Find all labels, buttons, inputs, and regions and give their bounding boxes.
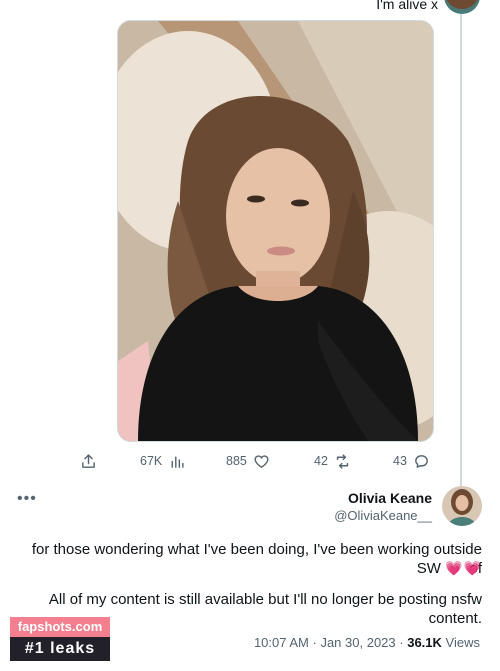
heart-emojis: 💗💗 xyxy=(445,560,482,576)
more-options-button[interactable]: ••• xyxy=(17,490,37,508)
views-icon xyxy=(171,456,184,468)
tweet-text-line-2: SW 💗💗 xyxy=(18,559,482,578)
views-count: 67K xyxy=(140,454,163,468)
watermark-tagline: #1 leaks xyxy=(10,637,110,661)
tweet-time[interactable]: 10:07 AM xyxy=(254,635,309,650)
author-handle[interactable]: @OliviaKeane__ xyxy=(334,508,432,523)
like-icon xyxy=(254,454,269,468)
retweet-icon xyxy=(336,453,349,469)
share-button[interactable] xyxy=(80,450,97,472)
more-icon: ••• xyxy=(17,490,37,507)
tweet-views-value: 36.1K xyxy=(407,635,442,650)
mirrored-tweet-thread: I'm alive x 67K 885 42 43 ••• Olivia Kea… xyxy=(0,0,500,671)
previous-tweet-avatar[interactable] xyxy=(444,0,480,14)
like-count: 885 xyxy=(226,454,247,468)
reply-count: 43 xyxy=(393,454,407,468)
reply-button[interactable]: 43 xyxy=(393,450,430,472)
share-icon xyxy=(82,453,95,468)
retweet-button[interactable]: 42 xyxy=(314,450,351,472)
retweet-count: 42 xyxy=(314,454,328,468)
thread-connector-line xyxy=(460,12,462,487)
like-button[interactable]: 885 xyxy=(226,450,270,472)
tweet-text-sw: SW xyxy=(416,560,441,577)
tweet-views-label: Views xyxy=(445,635,480,650)
author-display-name[interactable]: Olivia Keane xyxy=(348,490,432,506)
views-button[interactable]: 67K xyxy=(140,450,185,472)
watermark-site: fapshots.com xyxy=(10,617,110,637)
tweet-timestamp-views: 10:07 AM · Jan 30, 2023 · 36.1K Views xyxy=(253,635,480,650)
tweet-date[interactable]: Jan 30, 2023 xyxy=(320,635,395,650)
author-avatar[interactable] xyxy=(442,486,482,526)
tweet-media-photo[interactable] xyxy=(117,20,434,442)
reply-icon xyxy=(415,454,428,468)
previous-tweet-text: I'm alive x xyxy=(376,0,438,12)
tweet-action-bar: 67K 885 42 43 xyxy=(78,450,438,472)
